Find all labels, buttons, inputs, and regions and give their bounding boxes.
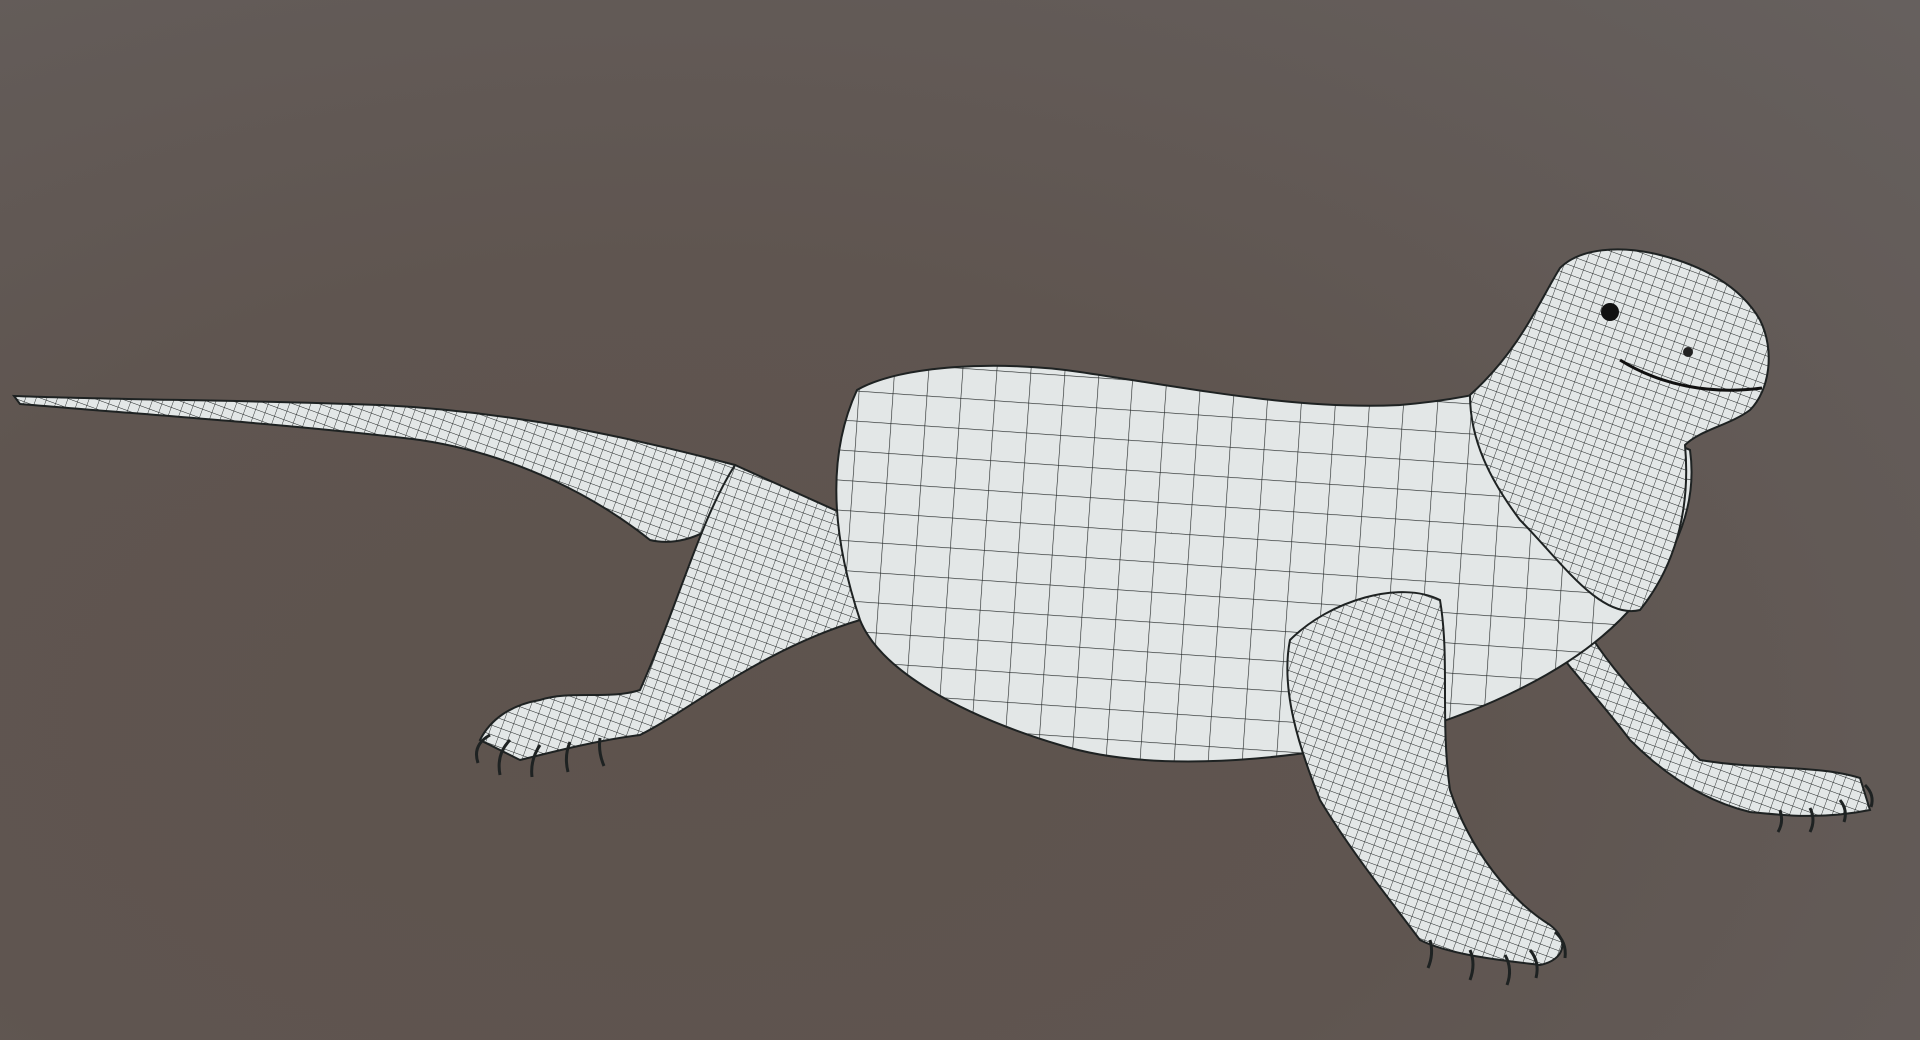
lizard-eye [1601,303,1619,321]
3d-viewport[interactable] [0,0,1920,1040]
lizard-nostril [1683,347,1693,357]
lizard-model [11,248,1874,986]
lizard-tail [11,394,737,543]
